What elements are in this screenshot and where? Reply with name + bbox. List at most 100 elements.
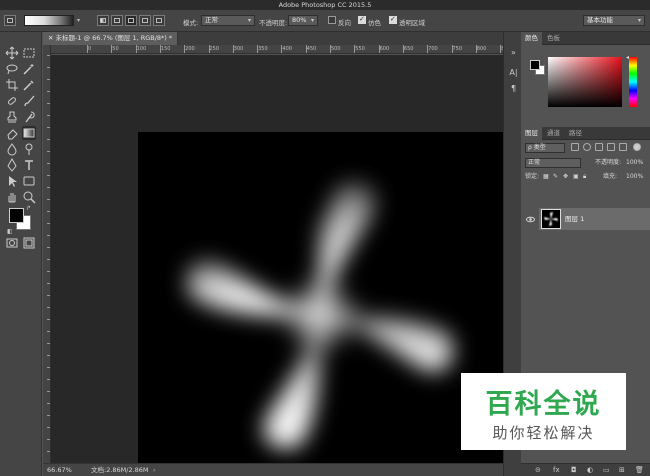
ruler-tick-mark (257, 45, 259, 53)
lock-all-icon[interactable]: 🔒︎ (583, 171, 586, 183)
color-panel-foreground-swatch[interactable] (530, 60, 540, 70)
opacity-input[interactable]: 80% ▾ (288, 15, 318, 26)
ruler-tick-label: 700 (428, 46, 438, 52)
clone-stamp-tool-icon[interactable] (5, 110, 19, 124)
dodge-tool-icon[interactable] (22, 142, 36, 156)
tab-paths[interactable]: 路径 (565, 127, 586, 140)
eyedropper-tool-icon[interactable] (22, 78, 36, 92)
blend-mode-select[interactable]: 正常 (525, 158, 581, 168)
brush-tool-icon[interactable] (22, 94, 36, 108)
tool-preset-button[interactable] (4, 15, 16, 26)
new-group-icon[interactable]: ▭ (603, 466, 610, 474)
horizontal-ruler: 0 50 100 150 200 250 300 350 400 450 500 550 600 650 7… (51, 45, 518, 54)
layer-kind-filter[interactable]: ρ 类型 (525, 143, 565, 153)
eraser-tool-icon[interactable] (5, 126, 19, 140)
move-tool-icon[interactable] (5, 46, 19, 60)
linear-gradient-button[interactable] (97, 15, 109, 26)
collapse-panels-icon[interactable]: » (508, 48, 519, 59)
workspace-select[interactable]: 基本功能 ▾ (583, 15, 645, 26)
swap-colors-icon[interactable]: ↱ (26, 205, 31, 212)
history-brush-tool-icon[interactable] (22, 110, 36, 124)
pixel-filter-icon[interactable] (571, 143, 579, 151)
blur-tool-icon[interactable] (5, 142, 19, 156)
foreground-color-swatch[interactable] (9, 208, 24, 223)
ruler-tick-mark (184, 45, 186, 53)
diamond-gradient-button[interactable] (153, 15, 165, 26)
path-selection-tool-icon[interactable] (5, 174, 19, 188)
adjustment-layer-icon[interactable]: ◐ (587, 466, 593, 474)
shape-filter-icon[interactable] (607, 143, 615, 151)
filter-toggle-icon[interactable] (633, 143, 641, 151)
tab-swatches[interactable]: 色板 (543, 32, 564, 45)
layer-row[interactable]: 图层 1 (539, 208, 650, 230)
screen-mode-icon[interactable] (22, 236, 36, 250)
quick-mask-icon[interactable] (5, 236, 19, 250)
status-menu-arrow-icon[interactable]: › (153, 464, 156, 476)
crop-tool-icon[interactable] (5, 78, 19, 92)
lock-image-icon[interactable]: ✎ (553, 171, 558, 183)
layer-style-icon[interactable]: fx (553, 466, 560, 474)
layer-thumbnail (541, 209, 561, 229)
marquee-tool-icon[interactable] (22, 46, 36, 60)
character-panel-icon[interactable]: A| (508, 68, 519, 79)
hue-slider[interactable] (629, 57, 637, 107)
reverse-label: 反向 (338, 19, 351, 27)
layer-filter-row: ρ 类型 (525, 142, 646, 154)
layer-opacity-value[interactable]: 100% (626, 157, 643, 169)
transparency-checkbox[interactable] (389, 15, 397, 24)
ruler-tick-mark (500, 45, 502, 53)
document-tab[interactable]: ✕ 未标题-1 @ 66.7% (图层 1, RGB/8*) * (43, 32, 178, 45)
type-tool-icon[interactable] (22, 158, 36, 172)
rectangle-tool-icon[interactable] (22, 174, 36, 188)
hand-tool-icon[interactable] (5, 190, 19, 204)
reverse-checkbox[interactable] (328, 16, 336, 24)
lock-transparent-icon[interactable]: ▦ (543, 171, 549, 183)
reflected-gradient-button[interactable] (139, 15, 151, 26)
magic-wand-tool-icon[interactable] (22, 62, 36, 76)
tab-channels[interactable]: 通道 (543, 127, 564, 140)
lock-label: 锁定: (525, 173, 540, 180)
document-tab-close-icon[interactable]: ✕ (48, 34, 56, 42)
gradient-preview[interactable] (24, 15, 74, 26)
ruler-tick-label: 600 (379, 46, 390, 52)
paragraph-panel-icon[interactable]: ¶ (508, 84, 519, 95)
smart-object-filter-icon[interactable] (619, 143, 627, 151)
dither-checkbox[interactable] (358, 15, 366, 24)
tab-layers[interactable]: 图层 (521, 127, 542, 140)
default-colors-icon[interactable]: ◧ (7, 228, 13, 235)
ruler-tick-label: 100 (136, 46, 147, 52)
zoom-level[interactable]: 66.67% (47, 464, 72, 476)
add-mask-icon[interactable]: ◘ (571, 466, 577, 474)
new-layer-icon[interactable]: ⊞ (619, 466, 625, 474)
chevron-down-icon: ▾ (247, 17, 251, 24)
layer-visibility-eye-icon[interactable] (526, 215, 535, 224)
options-bar: ▾ 模式: 正常▾ 不透明度: 80%▾ 反向 仿色 透明区域 基本功能▾ (0, 10, 650, 32)
canvas-workspace[interactable] (51, 55, 518, 476)
ruler-tick-mark (87, 45, 88, 53)
ruler-tick-label: 500 (331, 46, 341, 52)
ruler-tick-label: 450 (306, 46, 317, 52)
color-saturation-field[interactable] (548, 57, 622, 107)
link-layers-icon[interactable]: ⊝ (535, 466, 541, 474)
lasso-tool-icon[interactable] (5, 62, 19, 76)
hue-marker-icon[interactable]: ◂ (626, 54, 629, 61)
tab-color[interactable]: 颜色 (521, 32, 542, 45)
color-panel: ◂ (521, 45, 650, 135)
mode-select[interactable]: 正常 ▾ (201, 15, 255, 26)
type-filter-icon[interactable] (595, 143, 603, 151)
healing-brush-tool-icon[interactable] (5, 94, 19, 108)
pen-tool-icon[interactable] (5, 158, 19, 172)
delete-layer-icon[interactable]: 🗑︎ (635, 466, 644, 474)
angle-gradient-button[interactable] (125, 15, 137, 26)
fill-value[interactable]: 100% (626, 171, 643, 183)
gradient-tool-icon[interactable] (22, 126, 36, 140)
status-bar: 66.67% 文档:2.86M/2.86M › (43, 463, 518, 476)
radial-gradient-button[interactable] (111, 15, 123, 26)
document-canvas[interactable] (138, 132, 504, 476)
gradient-dropdown-icon[interactable]: ▾ (77, 17, 80, 24)
zoom-tool-icon[interactable] (22, 190, 36, 204)
lock-artboard-icon[interactable]: ▣ (573, 171, 579, 183)
adjustment-filter-icon[interactable] (583, 143, 591, 151)
lock-position-icon[interactable]: ✥ (563, 171, 568, 183)
layer-kind-filter-value: ρ 类型 (528, 144, 546, 151)
